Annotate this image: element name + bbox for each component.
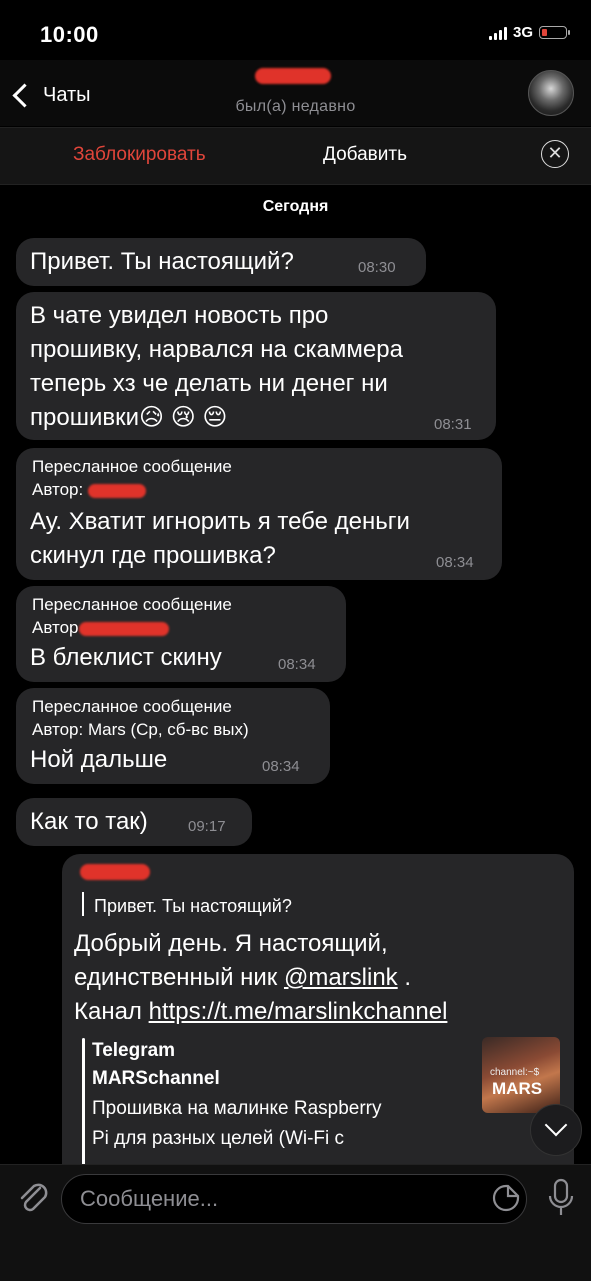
forwarded-message-bubble[interactable]: Пересланное сообщение Автор В блеклист с…: [16, 586, 346, 682]
forwarded-label: Пересланное сообщение: [32, 697, 232, 716]
message-time: 08:31: [434, 416, 472, 433]
message-input-placeholder: Сообщение...: [80, 1186, 219, 1211]
channel-link[interactable]: https://t.me/marslinkchannel: [149, 998, 448, 1025]
signal-icon: [488, 26, 507, 40]
avatar[interactable]: [528, 70, 574, 116]
reply-author-redacted: [80, 864, 150, 880]
preview-description: Pi для разных целей (Wi-Fi с: [92, 1128, 345, 1149]
message-bubble[interactable]: В чате увидел новость про прошивку, нарв…: [16, 292, 496, 440]
contact-name-redacted[interactable]: [255, 68, 331, 84]
preview-site: Telegram: [92, 1040, 176, 1061]
battery-icon: [539, 26, 570, 39]
add-contact-button[interactable]: Добавить: [323, 144, 407, 166]
message-text: В блеклист скину: [30, 644, 222, 671]
forwarded-label: Пересланное сообщение: [32, 457, 232, 476]
author-redacted: [87, 483, 146, 498]
attach-icon[interactable]: [16, 1180, 50, 1216]
sticker-icon[interactable]: [491, 1183, 521, 1213]
forwarded-message-bubble[interactable]: Пересланное сообщение Автор: Mars (Ср, с…: [16, 688, 330, 784]
status-indicators: 3G: [488, 24, 570, 41]
chevron-down-icon: [544, 1113, 568, 1137]
forwarded-author: Автор:: [32, 479, 146, 500]
message-text-line: единственный ник @marslink .: [74, 964, 412, 991]
microphone-icon[interactable]: [547, 1178, 575, 1218]
reply-message-bubble[interactable]: Привет. Ты настоящий? Добрый день. Я нас…: [62, 854, 574, 1184]
thumbnail-text: MARS: [492, 1079, 543, 1098]
reply-quote-bar: [82, 892, 84, 916]
preview-title: MARSchannel: [92, 1068, 220, 1089]
message-text-line: скинул где прошивка?: [30, 542, 276, 569]
block-button[interactable]: Заблокировать: [73, 144, 206, 166]
date-separator: Сегодня: [262, 198, 329, 215]
message-text: Ной дальше: [30, 746, 168, 773]
message-text: Привет. Ты настоящий?: [30, 248, 294, 275]
scroll-down-button[interactable]: [530, 1104, 582, 1156]
author-redacted: [78, 621, 169, 636]
message-text-line: прошивки😥 😢 😔: [30, 404, 228, 431]
forwarded-author: Автор: [32, 617, 169, 638]
thumbnail-text: channel:~$: [490, 1067, 540, 1078]
preview-description: Прошивка на малинке Raspberry: [92, 1098, 382, 1119]
message-text: Как то так): [30, 808, 148, 835]
message-text-line: теперь хз че делать ни денег ни: [30, 370, 388, 397]
message-time: 09:17: [188, 818, 226, 835]
forwarded-author: Автор: Mars (Ср, сб-вс вых): [32, 720, 249, 739]
close-icon[interactable]: ✕: [541, 140, 569, 168]
message-text-line: Добрый день. Я настоящий,: [74, 930, 388, 957]
message-text-line: прошивку, нарвался на скаммера: [30, 336, 403, 363]
message-time: 08:34: [278, 656, 316, 673]
message-bubble[interactable]: Как то так) 09:17: [16, 798, 252, 846]
message-text-line: Ау. Хватит игнорить я тебе деньги: [30, 508, 410, 535]
message-text-line: В чате увидел новость про: [30, 302, 329, 329]
preview-thumbnail[interactable]: channel:~$ MARS: [482, 1037, 560, 1113]
message-text-line: Канал https://t.me/marslinkchannel: [74, 998, 448, 1025]
mention-link[interactable]: @marslink: [284, 964, 398, 991]
message-time: 08:34: [262, 758, 300, 775]
message-time: 08:34: [436, 554, 474, 571]
forwarded-label: Пересланное сообщение: [32, 595, 232, 614]
forwarded-message-bubble[interactable]: Пересланное сообщение Автор: Ау. Хватит …: [16, 448, 502, 580]
status-time: 10:00: [40, 22, 99, 47]
last-seen-status: был(а) недавно: [235, 98, 356, 115]
message-bubble[interactable]: Привет. Ты настоящий? 08:30: [16, 238, 426, 286]
reply-quoted-text[interactable]: Привет. Ты настоящий?: [94, 896, 292, 917]
preview-bar: [82, 1038, 85, 1184]
message-time: 08:30: [358, 259, 396, 276]
network-label: 3G: [512, 24, 533, 41]
